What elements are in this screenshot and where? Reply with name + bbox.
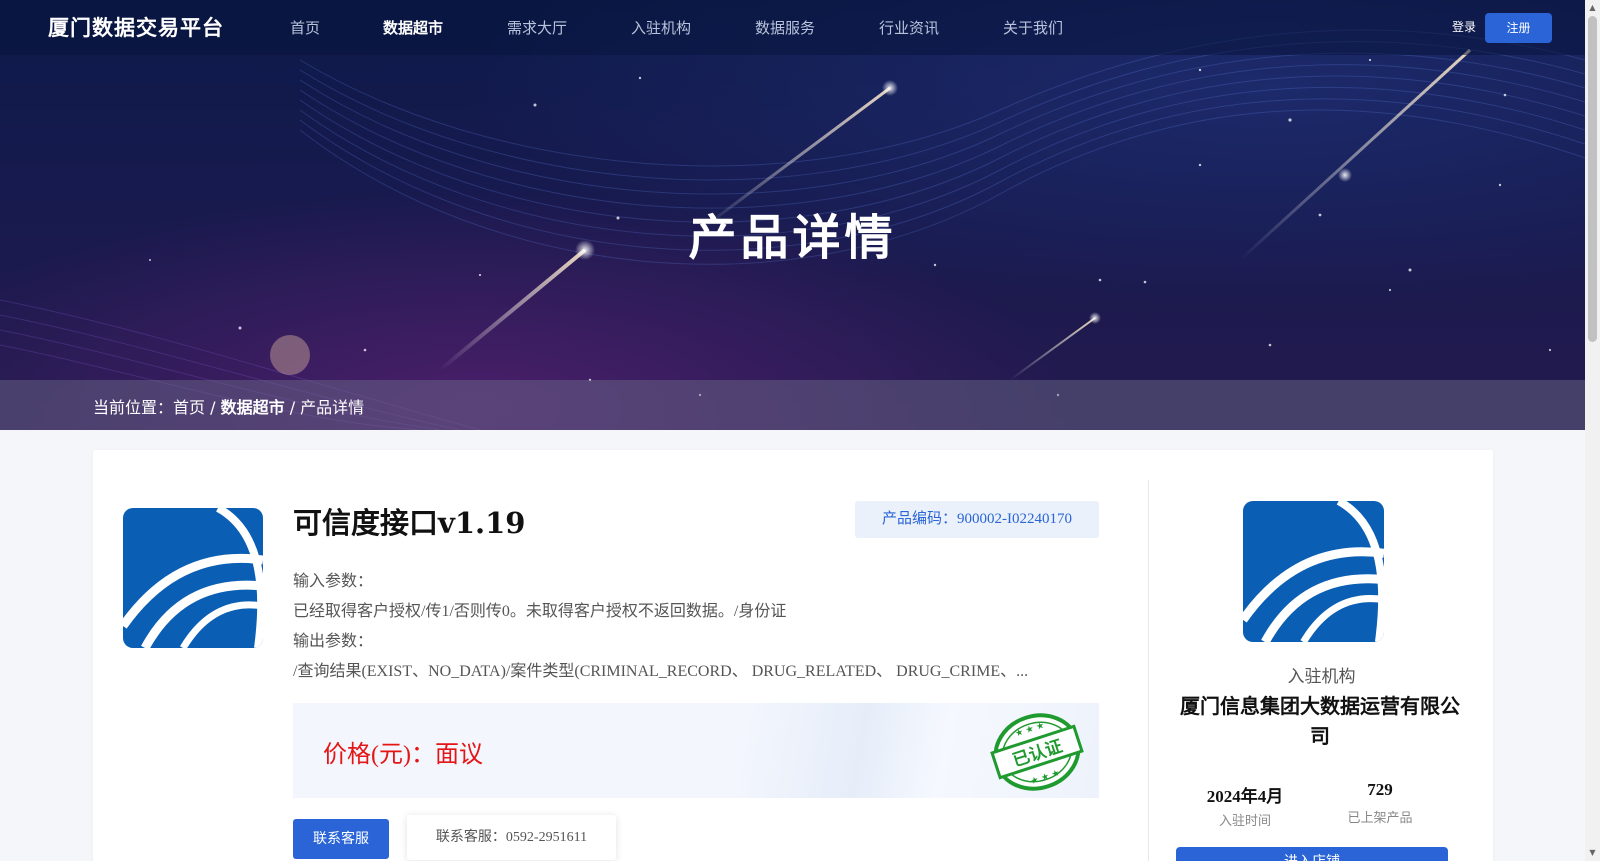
page-title: 产品详情 xyxy=(688,210,897,266)
xiamen-logo-icon xyxy=(123,508,263,648)
join-date-value: 2024年4月 xyxy=(1206,787,1284,806)
certified-seal-icon: 已认证 ★ ★ ★ ★ ★ ★ xyxy=(990,713,1084,791)
input-params-label: 输入参数： xyxy=(293,573,374,590)
login-link[interactable]: 登录 xyxy=(1452,18,1476,35)
breadcrumb-bar: 当前位置：首页 / 数据超市 / 产品详情 xyxy=(0,380,1585,430)
nav-about-us[interactable]: 关于我们 xyxy=(1003,17,1063,38)
organization-logo xyxy=(1243,501,1384,642)
contact-service-button[interactable]: 联系客服 xyxy=(293,819,389,859)
nav-demand-hall[interactable]: 需求大厅 xyxy=(507,17,567,38)
product-logo xyxy=(123,508,263,648)
input-params-value: 已经取得客户授权/传1/否则传0。未取得客户授权不返回数据。/身份证 xyxy=(293,603,787,620)
xiamen-logo-icon xyxy=(1243,501,1384,642)
scroll-down-arrow-icon[interactable]: ▼ xyxy=(1585,845,1600,861)
nav-data-market[interactable]: 数据超市 xyxy=(383,17,443,38)
register-button[interactable]: 注册 xyxy=(1485,13,1552,43)
price-panel: 价格(元)：面议 已认证 ★ ★ ★ ★ ★ ★ xyxy=(293,703,1099,798)
page-scrollbar[interactable]: ▲ ▼ xyxy=(1585,0,1600,861)
nav-data-services[interactable]: 数据服务 xyxy=(755,17,815,38)
price-text: 价格(元)：面议 xyxy=(323,742,483,768)
product-title: 可信度接口v1.19 xyxy=(293,506,526,540)
product-count-value: 729 xyxy=(1367,780,1393,799)
output-params-label: 输出参数： xyxy=(293,633,374,650)
site-logo[interactable]: 厦门数据交易平台 xyxy=(48,12,224,42)
nav-industry-news[interactable]: 行业资讯 xyxy=(879,17,939,38)
scroll-up-arrow-icon[interactable]: ▲ xyxy=(1585,0,1600,16)
breadcrumb-category[interactable]: 数据超市 xyxy=(221,398,285,417)
join-date-label: 入驻时间 xyxy=(1218,814,1271,829)
breadcrumb: 当前位置：首页 / 数据超市 / 产品详情 xyxy=(93,394,364,418)
scrollbar-thumb[interactable] xyxy=(1588,16,1597,342)
top-navbar: 厦门数据交易平台 首页 数据超市 需求大厅 入驻机构 数据服务 行业资讯 关于我… xyxy=(0,0,1585,55)
breadcrumb-home[interactable]: 首页 xyxy=(173,398,205,417)
nav-home[interactable]: 首页 xyxy=(290,17,320,38)
output-params-value: /查询结果(EXIST、NO_DATA)/案件类型(CRIMINAL_RECOR… xyxy=(293,663,1029,680)
breadcrumb-separator: / xyxy=(284,398,301,417)
enter-store-button[interactable]: 进入店铺 xyxy=(1176,847,1448,861)
product-code-badge: 产品编码：900002-I02240170 xyxy=(855,501,1099,538)
breadcrumb-current: 产品详情 xyxy=(300,398,365,417)
breadcrumb-separator: / xyxy=(205,398,221,417)
organization-name[interactable]: 厦门信息集团大数据运营有限公司 xyxy=(1175,691,1465,751)
breadcrumb-prefix: 当前位置： xyxy=(93,398,174,417)
contact-phone-tooltip: 联系客服：0592-2951611 xyxy=(407,815,616,860)
nav-institutions[interactable]: 入驻机构 xyxy=(631,17,691,38)
product-count-label: 已上架产品 xyxy=(1347,811,1413,826)
organization-caption: 入驻机构 xyxy=(1287,667,1356,687)
